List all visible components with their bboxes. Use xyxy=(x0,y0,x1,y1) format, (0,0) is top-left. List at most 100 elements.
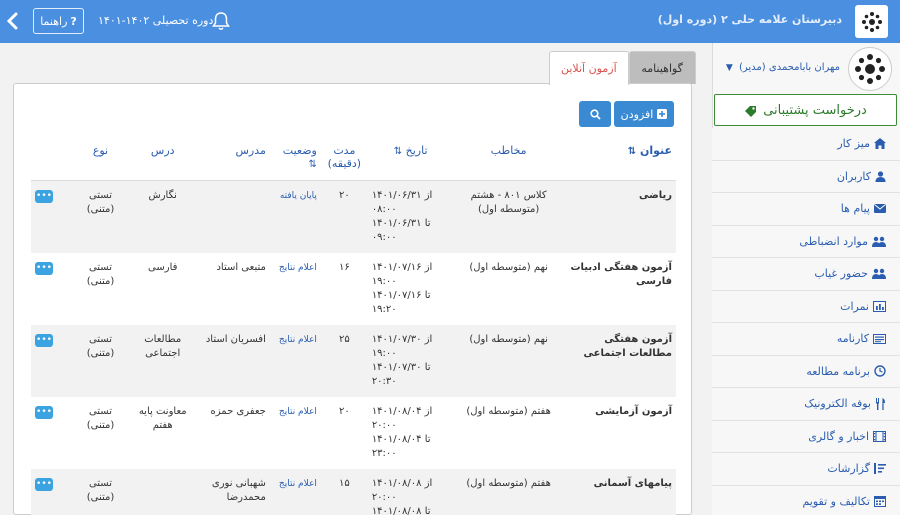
bar-chart-icon xyxy=(873,300,886,312)
row-actions: ••• xyxy=(31,180,72,253)
sidebar-item-report-card[interactable]: کارنامه xyxy=(712,323,900,356)
sidebar-item-reports[interactable]: گزارشات xyxy=(712,453,900,486)
more-button[interactable]: ••• xyxy=(35,405,53,419)
sidebar-item-label: گزارشات xyxy=(827,462,870,476)
exam-status[interactable]: اعلام نتایج xyxy=(269,468,321,515)
exam-date: از ۱۴۰۱/۰۸/۰۴ ۲۰:۰۰ تا ۱۴۰۱/۰۸/۰۴ ۲۳:۰۰ xyxy=(367,396,452,469)
column-header-subject: درس xyxy=(129,137,197,181)
ellipsis-icon: ••• xyxy=(36,406,52,417)
exam-status[interactable]: اعلام نتایج xyxy=(269,252,321,325)
more-button[interactable]: ••• xyxy=(35,477,53,491)
table-row: پیامهای آسمانی هفتم (متوسطه اول) از ۱۴۰۱… xyxy=(31,468,676,515)
sidebar-menu: میز کار کاربران پیام ها موارد انضباطی حض… xyxy=(712,128,900,515)
sidebar-item-assignments[interactable]: تکالیف و تقویم xyxy=(712,485,900,515)
envelope-icon xyxy=(874,204,886,214)
sidebar-item-discipline[interactable]: موارد انضباطی xyxy=(712,225,900,258)
sidebar-item-news[interactable]: اخبار و گالری xyxy=(712,420,900,453)
exam-title: ریاضی xyxy=(565,180,676,253)
exam-subject: معاونت پایه هفتم xyxy=(129,396,197,469)
sidebar-item-label: اخبار و گالری xyxy=(808,429,869,443)
sidebar-item-attendance[interactable]: حضور غیاب xyxy=(712,258,900,291)
exam-subject: فارسی xyxy=(129,252,197,325)
exam-audience: نهم (متوسطه اول) xyxy=(451,252,566,325)
exam-status[interactable]: اعلام نتایج xyxy=(269,324,321,397)
ellipsis-icon: ••• xyxy=(36,190,52,201)
row-actions: ••• xyxy=(31,468,72,515)
tab-online-exam[interactable]: آزمون آنلاین xyxy=(549,51,629,85)
table-header-row: عنوان ⇅ مخاطب تاریخ ⇅ مدت (دقیقه) وضعیت … xyxy=(31,137,676,181)
exam-title: آزمون هفتگی ادبیات فارسی xyxy=(565,252,676,325)
exam-teacher: شهبانی نوری محمدرضا xyxy=(196,468,270,515)
row-actions: ••• xyxy=(31,324,72,397)
utensils-icon xyxy=(876,397,885,410)
table-row: ریاضی کلاس ۸۰۱ - هشتم (متوسطه اول) از ۱۴… xyxy=(31,180,676,253)
exam-date: از ۱۴۰۱/۰۸/۰۸ ۲۰:۰۰ تا ۱۴۰۱/۰۸/۰۸ xyxy=(367,468,452,515)
exam-date: از ۱۴۰۱/۰۷/۱۶ ۱۹:۰۰ تا ۱۴۰۱/۰۷/۱۶ ۱۹:۲۰ xyxy=(367,252,452,325)
exam-audience: هفتم (متوسطه اول) xyxy=(451,468,566,515)
school-logo xyxy=(855,5,888,38)
sidebar-item-label: کارنامه xyxy=(836,332,869,346)
school-name: دبیرستان علامه حلی ۲ (دوره اول) xyxy=(657,13,842,26)
column-header-type: نوع xyxy=(71,137,130,181)
column-header-status[interactable]: وضعیت ⇅ xyxy=(269,137,321,181)
tab-certificate[interactable]: گواهینامه xyxy=(628,51,696,84)
sort-icon: ⇅ xyxy=(308,159,317,170)
search-button[interactable] xyxy=(579,101,611,127)
academic-year: دوره تحصیلی ۱۴۰۲-۱۴۰۱ xyxy=(98,14,214,27)
exam-duration: ۱۵ xyxy=(320,468,368,515)
exam-duration: ۱۶ xyxy=(320,252,368,325)
sidebar-item-label: میز کار xyxy=(837,137,870,151)
sidebar-item-label: کاربران xyxy=(836,169,871,183)
home-icon xyxy=(874,138,886,150)
support-label: درخواست پشتیبانی xyxy=(763,102,867,118)
exam-status[interactable]: اعلام نتایج xyxy=(269,396,321,469)
sidebar-item-label: نمرات xyxy=(840,299,869,313)
user-menu[interactable]: مهران بابامحمدی (مدیر) ▼ xyxy=(726,62,840,73)
notifications-button[interactable] xyxy=(212,11,230,31)
ellipsis-icon: ••• xyxy=(36,334,52,345)
sidebar-item-cafeteria[interactable]: بوفه الکترونیک xyxy=(712,388,900,421)
tabs: آزمون آنلاین گواهینامه xyxy=(549,51,696,85)
more-button[interactable]: ••• xyxy=(35,189,53,203)
user-icon xyxy=(875,171,886,182)
ticket-icon xyxy=(745,105,757,117)
exam-teacher: جعفری حمزه xyxy=(196,396,270,469)
exam-audience: کلاس ۸۰۱ - هشتم (متوسطه اول) xyxy=(451,180,566,253)
sidebar-item-users[interactable]: کاربران xyxy=(712,160,900,193)
clock-icon xyxy=(874,365,886,377)
avatar[interactable] xyxy=(848,47,892,91)
exam-duration: ۲۰ xyxy=(320,180,368,253)
sidebar-item-messages[interactable]: پیام ها xyxy=(712,193,900,226)
sidebar-item-study-plan[interactable]: برنامه مطالعه xyxy=(712,355,900,388)
exam-type: تستی (متنی) xyxy=(71,396,130,469)
user-block: مهران بابامحمدی (مدیر) ▼ xyxy=(712,43,900,91)
row-actions: ••• xyxy=(31,252,72,325)
back-button[interactable] xyxy=(6,11,20,31)
table-row: آزمون هفتگی مطالعات اجتماعی نهم (متوسطه … xyxy=(31,324,676,397)
sidebar-item-grades[interactable]: نمرات xyxy=(712,290,900,323)
sidebar-item-label: حضور غیاب xyxy=(814,267,868,281)
question-icon: ? xyxy=(70,14,77,28)
exam-panel: افزودن عنوان ⇅ مخاطب تاریخ ⇅ مدت (دقیقه)… xyxy=(13,83,692,515)
add-button[interactable]: افزودن xyxy=(614,101,674,127)
ellipsis-icon: ••• xyxy=(36,262,52,273)
exam-audience: نهم (متوسطه اول) xyxy=(451,324,566,397)
search-icon xyxy=(589,108,601,120)
sidebar-item-dashboard[interactable]: میز کار xyxy=(712,128,900,161)
sidebar: مهران بابامحمدی (مدیر) ▼ درخواست پشتیبان… xyxy=(712,43,900,515)
help-button[interactable]: ? راهنما xyxy=(33,8,84,34)
exam-date: از ۱۴۰۱/۰۶/۳۱ ۰۸:۰۰ تا ۱۴۰۱/۰۶/۳۱ ۰۹:۰۰ xyxy=(367,180,452,253)
more-button[interactable]: ••• xyxy=(35,333,53,347)
chevron-left-icon xyxy=(6,12,18,30)
add-label: افزودن xyxy=(620,107,654,121)
column-header-title[interactable]: عنوان ⇅ xyxy=(565,137,676,181)
help-label: راهنما xyxy=(40,14,68,28)
exam-subject: نگارش xyxy=(129,180,197,253)
sidebar-item-label: بوفه الکترونیک xyxy=(804,397,871,411)
support-request-button[interactable]: درخواست پشتیبانی xyxy=(714,94,897,126)
column-header-date[interactable]: تاریخ ⇅ xyxy=(367,137,452,181)
id-card-icon xyxy=(873,333,886,344)
plus-square-icon xyxy=(657,109,668,119)
more-button[interactable]: ••• xyxy=(35,261,53,275)
exam-status[interactable]: پایان یافته xyxy=(269,180,321,253)
